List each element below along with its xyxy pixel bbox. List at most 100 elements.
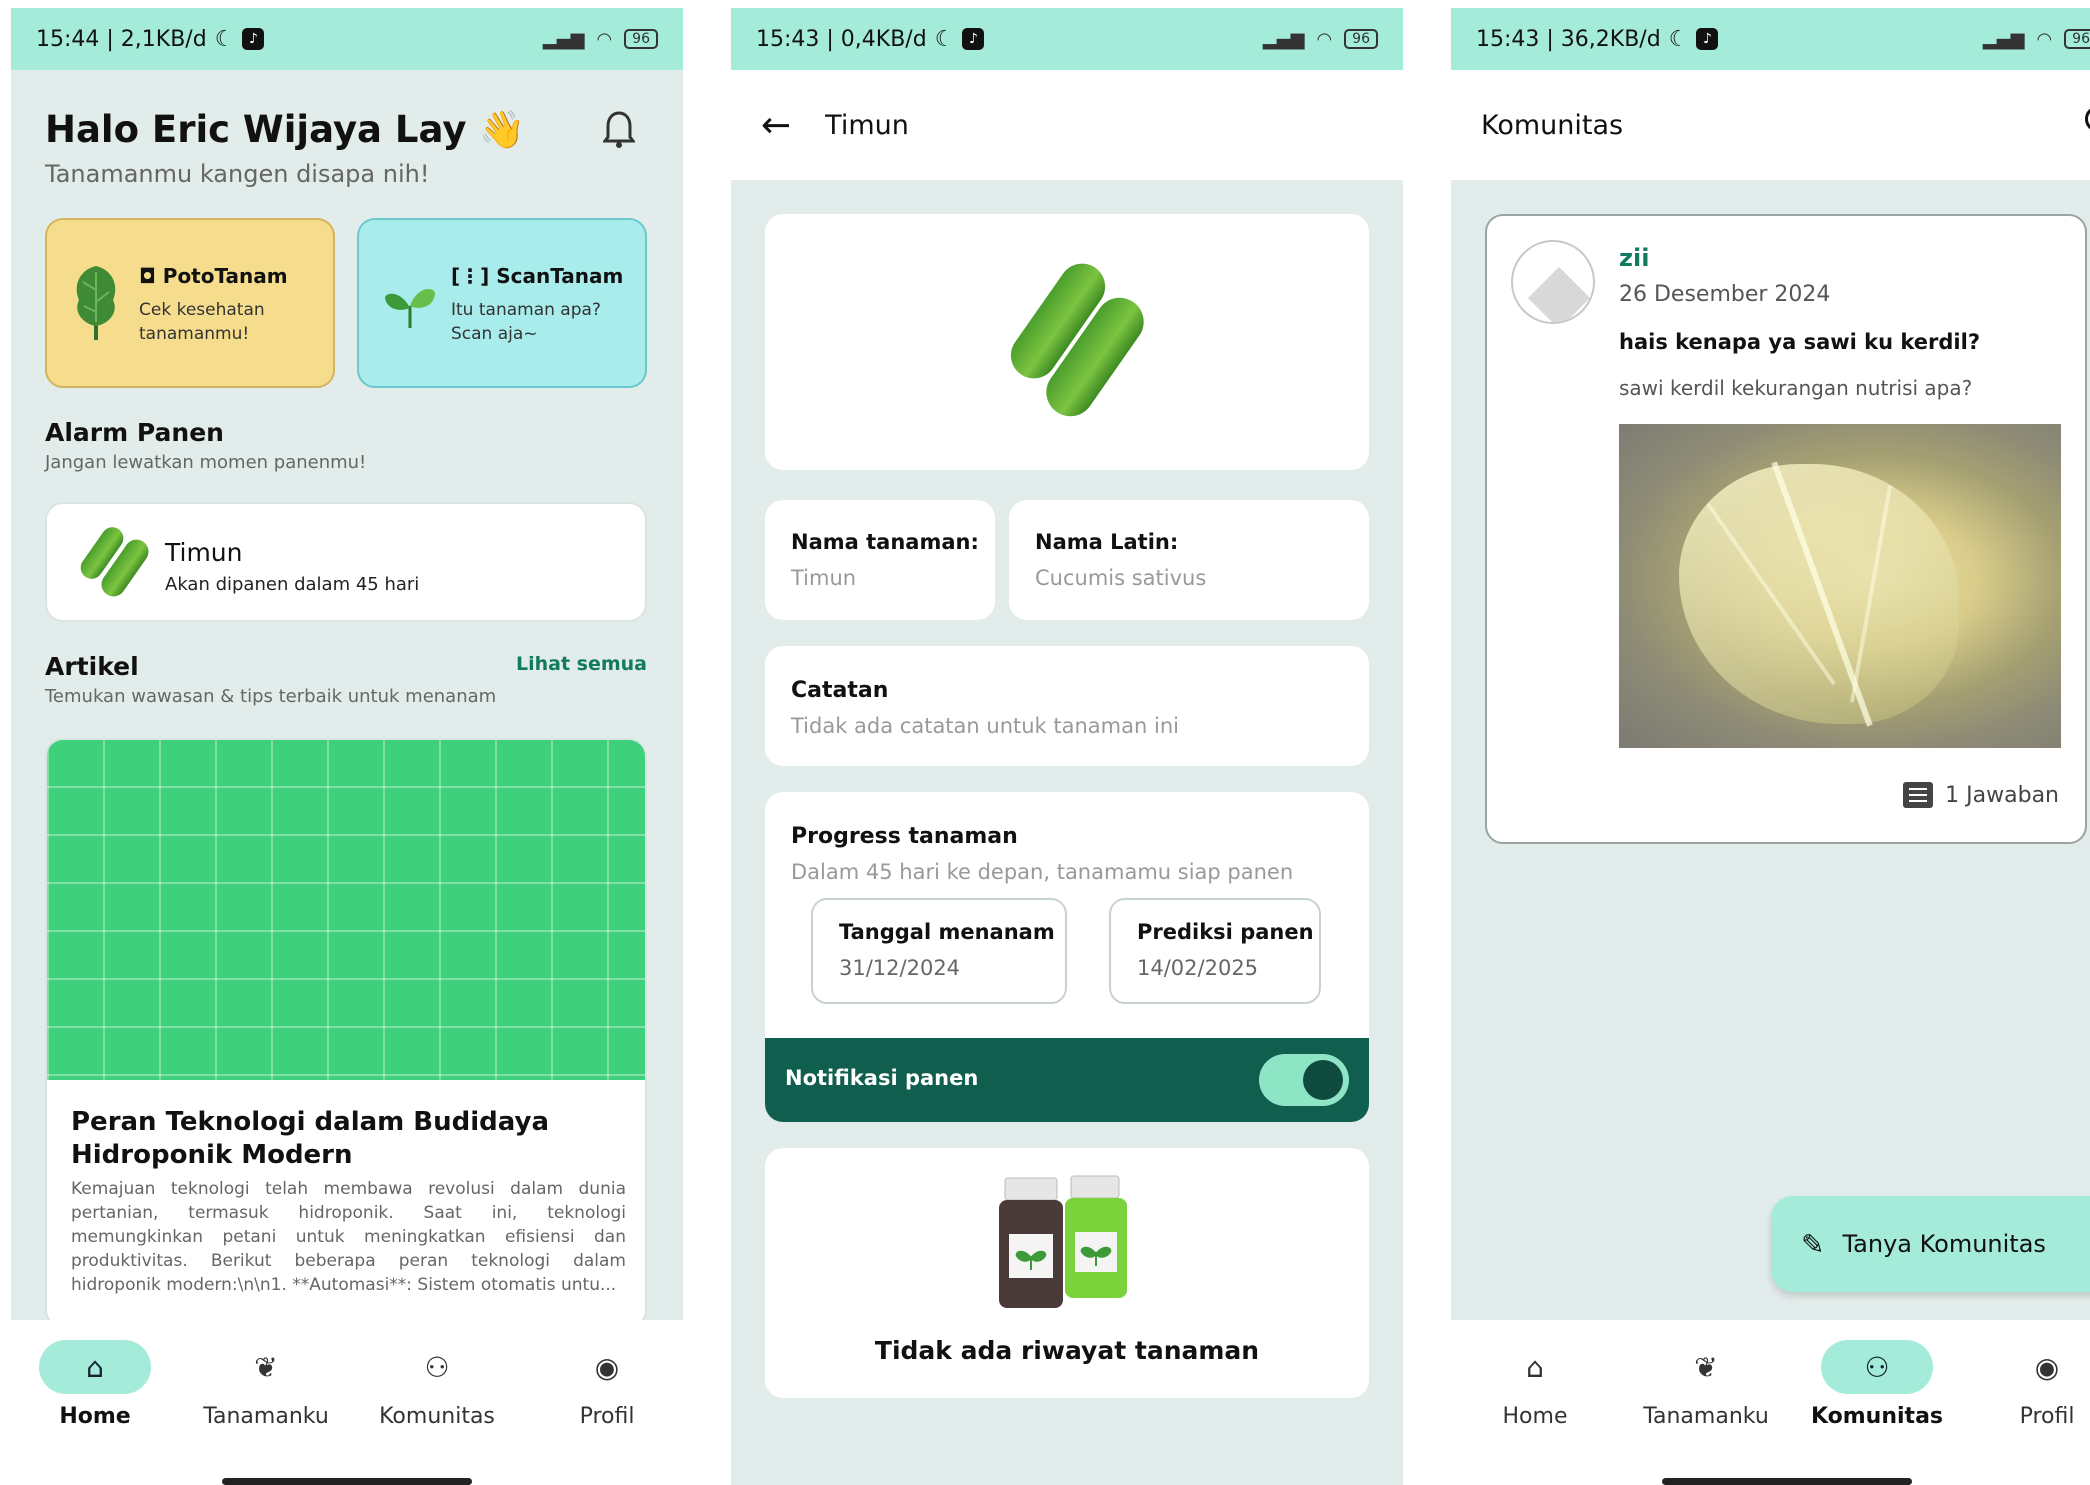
catatan-value: Tidak ada catatan untuk tanaman ini: [791, 714, 1179, 738]
nav-tanamanku-label: Tanamanku: [1643, 1404, 1769, 1429]
nav-tanamanku-label: Tanamanku: [203, 1404, 329, 1429]
nav-profil[interactable]: ◉ Profil: [537, 1340, 677, 1430]
pototanam-title: ◘ PotoTanam: [139, 264, 288, 288]
post-username: zii: [1619, 244, 1650, 272]
progress-value: Dalam 45 hari ke depan, tanamamu siap pa…: [791, 860, 1294, 884]
cucumber-illustration: [995, 254, 1154, 426]
nama-value: Timun: [791, 566, 857, 590]
screen-title: Timun: [825, 109, 909, 141]
lihat-semua-link[interactable]: Lihat semua: [516, 653, 647, 675]
post-title: hais kenapa ya sawi ku kerdil?: [1619, 330, 1980, 354]
nav-komunitas[interactable]: ⚇ Komunitas: [1807, 1340, 1947, 1429]
moon-icon: ☾: [1668, 26, 1689, 52]
battery-indicator: 96: [2064, 29, 2090, 49]
alarm-item-name: Timun: [165, 538, 243, 567]
signal-icon: ▂▄▆: [1262, 28, 1305, 50]
nav-home-label: Home: [1502, 1404, 1568, 1429]
tiktok-icon: ♪: [962, 28, 985, 50]
nama-latin-card: Nama Latin: Cucumis sativus: [1009, 500, 1369, 620]
back-arrow-icon[interactable]: ←: [761, 105, 791, 146]
search-icon[interactable]: [2085, 106, 2090, 132]
scantanam-desc: Itu tanaman apa? Scan aja~: [451, 300, 601, 344]
status-time: 15:43 | 0,4KB/d: [756, 26, 927, 52]
article-title: Peran Teknologi dalam Budidaya Hidroponi…: [71, 1107, 550, 1170]
nav-profil[interactable]: ◉ Profil: [1977, 1340, 2090, 1430]
article-image: [47, 740, 645, 1080]
tanya-komunitas-button[interactable]: ✎ Tanya Komunitas: [1771, 1196, 2090, 1292]
home-icon: ⌂: [39, 1340, 151, 1394]
signal-icon: ▂▄▆: [1982, 28, 2025, 50]
gesture-bar: [1662, 1478, 1912, 1485]
bottom-nav: ⌂ Home ❦ Tanamanku ⚇ Komunitas ◉ Profil: [1451, 1320, 2090, 1485]
status-time: 15:44 | 2,1KB/d: [36, 26, 207, 52]
riwayat-empty-text: Tidak ada riwayat tanaman: [874, 1336, 1260, 1365]
lettuce-icon: [69, 260, 119, 340]
alarm-item-card[interactable]: Timun Akan dipanen dalam 45 hari: [45, 502, 647, 622]
wifi-icon: ◠: [596, 28, 613, 50]
nav-komunitas-label: Komunitas: [379, 1404, 495, 1429]
pototanam-title-text: PotoTanam: [162, 264, 288, 288]
notifikasi-row: Notifikasi panen: [765, 1038, 1369, 1122]
profile-icon: ◉: [594, 1350, 620, 1384]
nav-tanamanku[interactable]: ❦ Tanamanku: [196, 1340, 336, 1430]
bottom-nav: ⌂ Home ❦ Tanamanku ⚇ Komunitas ◉ Profil: [11, 1320, 683, 1485]
nav-home[interactable]: ⌂ Home: [1465, 1340, 1605, 1430]
nama-label: Nama tanaman:: [791, 530, 979, 554]
catatan-card: Catatan Tidak ada catatan untuk tanaman …: [765, 646, 1369, 766]
post-card[interactable]: zii 26 Desember 2024 hais kenapa ya sawi…: [1485, 214, 2087, 844]
nav-tanamanku[interactable]: ❦ Tanamanku: [1636, 1340, 1776, 1430]
alarm-subtitle: Jangan lewatkan momen panenmu!: [45, 452, 367, 473]
nav-home[interactable]: ⌂ Home: [25, 1340, 165, 1429]
toggle-knob: [1303, 1060, 1343, 1100]
tanggal-menanam-box: Tanggal menanam 31/12/2024: [811, 898, 1067, 1004]
post-body: sawi kerdil kekurangan nutrisi apa?: [1619, 376, 1973, 400]
plant-icon: ❦: [1694, 1350, 1718, 1384]
pencil-icon: ✎: [1801, 1227, 1825, 1261]
avatar: [1511, 240, 1595, 324]
latin-value: Cucumis sativus: [1035, 566, 1207, 590]
tanggal-value: 31/12/2024: [839, 956, 961, 980]
status-bar: 15:43 | 0,4KB/d ☾ ♪ ▂▄▆ ◠ 96: [731, 8, 1403, 70]
nav-komunitas-label: Komunitas: [1810, 1404, 1944, 1429]
notifikasi-toggle[interactable]: [1259, 1054, 1349, 1106]
tanya-komunitas-label: Tanya Komunitas: [1842, 1230, 2046, 1258]
scantanam-title-text: ScanTanam: [496, 264, 624, 288]
status-bar: 15:43 | 36,2KB/d ☾ ♪ ▂▄▆ ◠ 96: [1451, 8, 2090, 70]
nav-profil-label: Profil: [579, 1404, 635, 1429]
bell-icon[interactable]: [602, 110, 636, 148]
status-time: 15:43 | 36,2KB/d: [1476, 26, 1661, 52]
community-icon: ⚇: [424, 1350, 450, 1384]
moon-icon: ☾: [934, 26, 955, 52]
alarm-title: Alarm Panen: [45, 418, 224, 447]
nav-profil-label: Profil: [2019, 1404, 2075, 1429]
app-bar: ← Timun: [731, 70, 1403, 180]
latin-label: Nama Latin:: [1035, 530, 1179, 554]
greeting-subtitle: Tanamanmu kangen disapa nih!: [45, 160, 430, 188]
komunitas-screen: 15:43 | 36,2KB/d ☾ ♪ ▂▄▆ ◠ 96 Komunitas zii …: [1451, 8, 2090, 1485]
riwayat-card: Tidak ada riwayat tanaman: [765, 1148, 1369, 1398]
home-icon: ⌂: [1526, 1350, 1544, 1384]
notifikasi-label: Notifikasi panen: [785, 1066, 979, 1090]
progress-card: Progress tanaman Dalam 45 hari ke depan,…: [765, 792, 1369, 1122]
plant-icon: ❦: [254, 1350, 278, 1384]
plant-detail-screen: 15:43 | 0,4KB/d ☾ ♪ ▂▄▆ ◠ 96 ← Timun Nama ta…: [731, 8, 1403, 1485]
battery-indicator: 96: [624, 29, 658, 49]
gesture-bar: [222, 1478, 472, 1485]
nav-komunitas[interactable]: ⚇ Komunitas: [367, 1340, 507, 1430]
tiktok-icon: ♪: [1696, 28, 1719, 50]
reply-count[interactable]: 1 Jawaban: [1903, 782, 2059, 808]
post-date: 26 Desember 2024: [1619, 282, 1831, 307]
pototanam-card[interactable]: ◘ PotoTanam Cek kesehatan tanamanmu!: [45, 218, 335, 388]
catatan-label: Catatan: [791, 678, 889, 703]
nav-home-label: Home: [59, 1404, 131, 1429]
cucumber-icon: [76, 522, 154, 604]
reply-count-text: 1 Jawaban: [1945, 782, 2059, 808]
wave-emoji: 👋: [479, 108, 526, 151]
scantanam-title: [⋮] ScanTanam: [451, 264, 624, 288]
article-card[interactable]: Peran Teknologi dalam Budidaya Hidroponi…: [45, 738, 647, 1328]
greeting-title: Halo Eric Wijaya Lay 👋: [45, 108, 525, 152]
alarm-item-desc: Akan dipanen dalam 45 hari: [165, 574, 420, 595]
status-bar: 15:44 | 2,1KB/d ☾ ♪ ▂▄▆ ◠ 96: [11, 8, 683, 70]
community-icon: ⚇: [1821, 1340, 1933, 1394]
scantanam-card[interactable]: [⋮] ScanTanam Itu tanaman apa? Scan aja~: [357, 218, 647, 388]
